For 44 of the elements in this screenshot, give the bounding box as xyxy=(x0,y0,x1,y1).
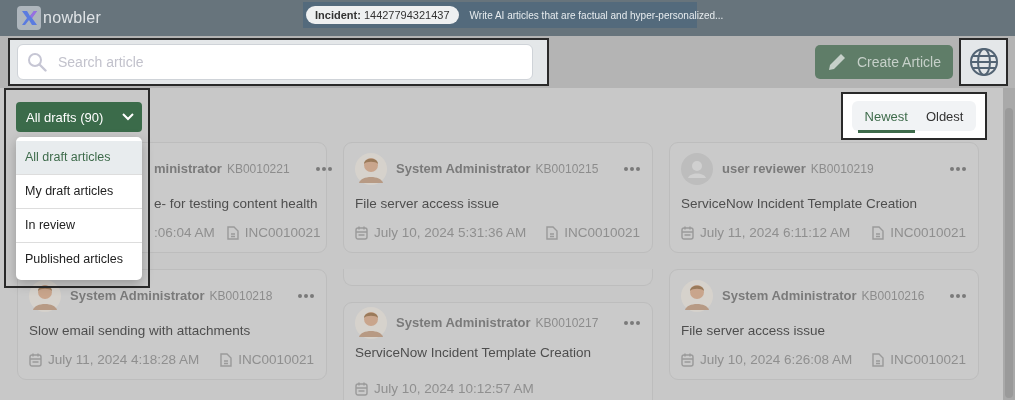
article-card[interactable]: System Administrator KB0010216 File server access issue July 10, 2024 6:26:08 AM INC0010021 xyxy=(669,269,979,380)
article-card[interactable]: System Administrator KB0010215 File server access issue July 10, 2024 5:31:36 AM INC0010021 xyxy=(343,142,653,253)
article-title: File server access issue xyxy=(355,196,501,212)
author-name: System Administrator xyxy=(396,161,531,177)
article-title: ServiceNow Incident Template Creation xyxy=(355,345,593,361)
article-number: KB0010219 xyxy=(810,161,874,177)
menu-item[interactable]: My draft articles xyxy=(16,175,142,209)
author-name: user reviewer xyxy=(722,161,806,177)
sort-tab[interactable]: Oldest xyxy=(918,102,971,133)
menu-item[interactable]: All draft articles xyxy=(16,141,142,175)
search-field[interactable]: Search article xyxy=(17,44,533,80)
incident-id: INC0010021 xyxy=(890,225,966,241)
article-card[interactable]: System Administrator KB0010218 Slow email sending with attachments July 11, 2024 4:18:28 AM INC0010021 xyxy=(17,269,327,380)
menu-item[interactable]: In review xyxy=(16,209,142,243)
sort-tab[interactable]: Newest xyxy=(857,102,915,133)
article-title: File server access issue xyxy=(681,323,827,339)
article-number: KB0010217 xyxy=(535,315,599,331)
article-card[interactable]: System Administrator KB0010217 ServiceNow Incident Template Creation July 10, 2024 10:12:57 AM xyxy=(343,302,653,400)
article-date: July 11, 2024 6:11:12 AM xyxy=(700,225,851,241)
incident-id: INC0010021 xyxy=(238,352,314,368)
create-article-button[interactable]: Create Article xyxy=(814,45,953,79)
incident-id: INC0010021 xyxy=(244,225,321,241)
logo-text: nowbler xyxy=(43,9,102,27)
banner-text: Write AI articles that are factual and hyper-personalized... xyxy=(469,9,724,21)
article-title: ServiceNow Incident Template Creation xyxy=(681,196,919,212)
filter-dropdown[interactable]: All drafts (90) xyxy=(16,102,142,132)
article-date: July 10, 2024 5:31:36 AM xyxy=(374,225,527,241)
author-name: ministrator xyxy=(154,161,222,177)
article-date: July 11, 2024 4:18:28 AM xyxy=(48,352,200,368)
article-card[interactable]: user reviewer KB0010219 ServiceNow Incident Template Creation July 11, 2024 6:11:12 AM INC0010021 xyxy=(669,142,979,253)
author-name: System Administrator xyxy=(70,288,205,304)
article-number: KB0010221 xyxy=(226,161,290,177)
article-date: July 10, 2024 6:26:08 AM xyxy=(700,352,853,368)
article-date: :06:04 AM xyxy=(154,225,215,241)
incident-number: Incident: 14427794321437 xyxy=(306,6,459,24)
article-number: KB0010218 xyxy=(209,288,273,304)
incident-id: INC0010021 xyxy=(890,352,966,368)
author-name: System Administrator xyxy=(722,288,857,304)
article-number: KB0010215 xyxy=(535,161,599,177)
article-title: Slow email sending with attachments xyxy=(29,323,252,339)
article-number: KB0010216 xyxy=(861,288,925,304)
incident-id: INC0010021 xyxy=(564,225,640,241)
article-date: July 10, 2024 10:12:57 AM xyxy=(374,381,534,397)
author-name: System Administrator xyxy=(396,315,531,331)
